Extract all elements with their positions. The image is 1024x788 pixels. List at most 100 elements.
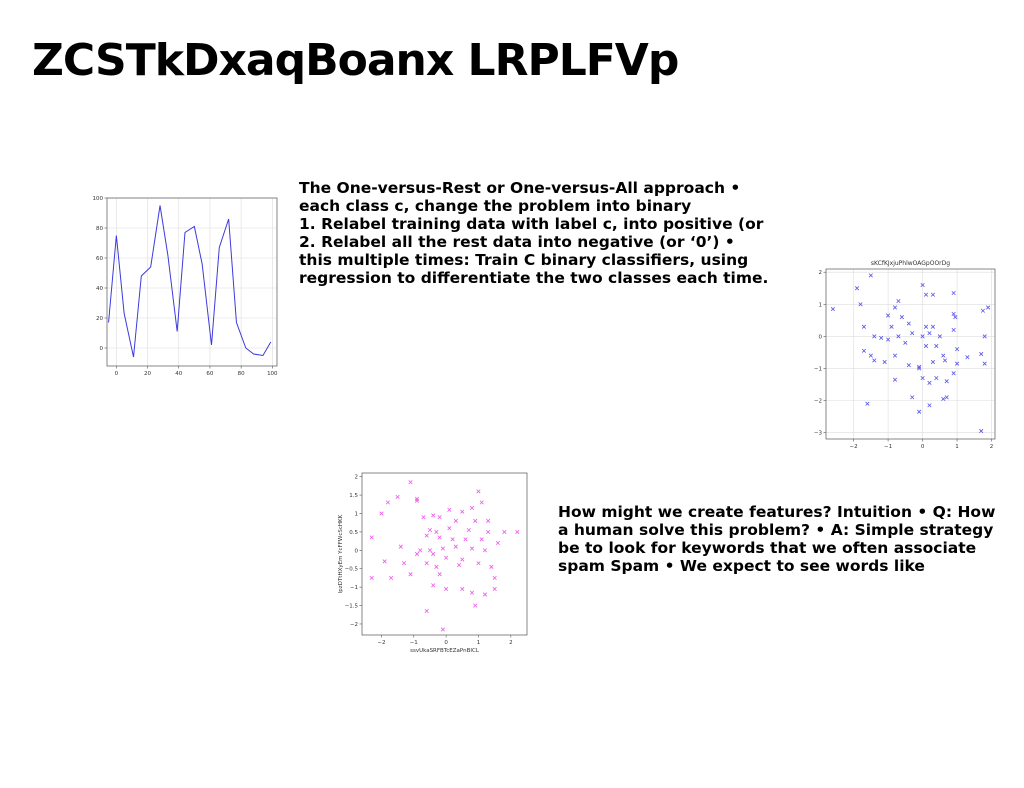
scatter-point — [460, 586, 465, 592]
scatter-point — [447, 526, 452, 531]
text-line: The One-versus-Rest or One-versus-All ap… — [299, 179, 741, 197]
x-tick-label: 40 — [175, 371, 182, 377]
y-tick-label: −2 — [350, 622, 358, 628]
scatter-point — [453, 518, 458, 523]
scatter-point — [479, 500, 484, 505]
scatter-point — [427, 527, 433, 533]
plot-frame — [825, 268, 996, 440]
y-tick-label: 20 — [96, 316, 103, 322]
scatter-point — [424, 561, 429, 566]
scatter-point — [414, 496, 420, 501]
y-axis-label: lpzDTtHXyEm YcFFWcScHKK — [338, 514, 344, 593]
x-tick-label: −1 — [884, 444, 892, 450]
scatter-point — [941, 353, 946, 358]
scatter-point — [941, 396, 946, 401]
x-tick-label: 60 — [206, 371, 213, 377]
scatter-point — [515, 529, 520, 534]
y-tick-label: 0 — [100, 346, 104, 352]
scatter-point — [930, 292, 936, 297]
y-tick-label: 80 — [96, 226, 103, 232]
scatter-point — [401, 561, 407, 566]
scatter-point — [944, 379, 949, 384]
scatter-point — [942, 358, 948, 363]
scatter-point — [910, 395, 915, 400]
scatter-point — [953, 315, 958, 320]
scatter-point — [906, 321, 911, 326]
scatter-point — [469, 505, 475, 511]
scatter-point — [979, 428, 984, 434]
scatter-point — [424, 608, 429, 614]
scatter-point — [440, 627, 445, 632]
scatter-point — [447, 507, 452, 512]
scatter-point — [492, 586, 497, 592]
scatter-point — [469, 546, 475, 551]
scatter-chart-magenta: −2 −1 0 1 2 −2 −1.5 −1 −0.5 0 0.5 1 1.5 2 ssvUkaSRFBTc… — [338, 472, 528, 654]
text-line: 1. Relabel training data with label c, i… — [299, 215, 764, 233]
scatter-point — [923, 343, 929, 349]
y-tick-label: −1 — [814, 366, 822, 372]
scatter-point — [917, 409, 922, 414]
scatter-point — [861, 324, 867, 329]
scatter-point — [944, 395, 949, 400]
scatter-point — [868, 353, 873, 358]
text-line: How might we create features? Intuition … — [558, 503, 996, 521]
scatter-point — [892, 377, 898, 382]
scatter-point — [431, 551, 436, 557]
scatter-point — [473, 603, 478, 608]
scatter-point — [951, 371, 956, 376]
scatter-point — [927, 403, 932, 408]
scatter-point — [982, 361, 987, 366]
scatter-point — [385, 500, 390, 505]
y-tick-label: −3 — [814, 431, 823, 437]
scatter-point — [492, 575, 497, 581]
scatter-point — [369, 535, 374, 540]
scatter-point — [463, 537, 468, 542]
scatter-point — [489, 564, 494, 569]
scatter-point — [872, 358, 877, 363]
scatter-point — [923, 324, 929, 329]
x-tick-label: 2 — [990, 444, 994, 450]
x-tick-label: 20 — [144, 371, 151, 377]
scatter-point — [440, 546, 445, 551]
y-tick-label: 2 — [819, 270, 823, 276]
y-tick-label: 40 — [96, 286, 103, 292]
y-tick-label: −2 — [814, 399, 822, 405]
scatter-point — [951, 290, 956, 296]
plot-frame — [361, 472, 528, 636]
x-tick-label: 80 — [238, 371, 245, 377]
chart-title: sKCfKJxjuPhlwOAGpOOrDg — [871, 260, 950, 267]
scatter-point — [424, 533, 429, 538]
plot-frame — [106, 197, 278, 367]
scatter-point — [923, 292, 929, 297]
slide-title: ZCSTkDxaqBoanx LRPLFVp — [32, 35, 679, 86]
scatter-point — [466, 527, 471, 533]
scatter-point — [427, 548, 433, 553]
y-tick-label: −1.5 — [345, 604, 359, 610]
scatter-point — [476, 489, 481, 494]
text-line: a human solve this problem? • A: Simple … — [558, 521, 994, 539]
body-text-one-vs-rest: The One-versus-Rest or One-versus-All ap… — [299, 179, 768, 287]
x-tick-label: −2 — [377, 640, 385, 646]
scatter-point — [453, 544, 458, 549]
scatter-point — [882, 359, 887, 365]
y-tick-label: 1.5 — [349, 493, 358, 499]
scatter-point — [868, 273, 873, 278]
x-tick-label: 100 — [267, 371, 278, 377]
x-tick-label: −2 — [850, 444, 858, 450]
scatter-point — [456, 562, 462, 568]
scatter-point — [414, 498, 420, 503]
scatter-point — [408, 480, 413, 485]
line-chart: 0 20 40 60 80 100 0 20 40 60 80 100 — [93, 196, 279, 377]
y-tick-label: −1 — [350, 585, 358, 591]
scatter-point — [892, 305, 898, 310]
scatter-point — [934, 343, 939, 349]
scatter-point — [865, 401, 870, 406]
scatter-point — [934, 375, 939, 381]
scatter-point — [495, 540, 500, 546]
scatter-point — [892, 353, 898, 358]
scatter-point — [437, 572, 442, 577]
scatter-point — [460, 509, 465, 514]
scatter-point — [434, 564, 439, 569]
scatter-point — [965, 355, 970, 360]
scatter-point — [899, 315, 904, 320]
